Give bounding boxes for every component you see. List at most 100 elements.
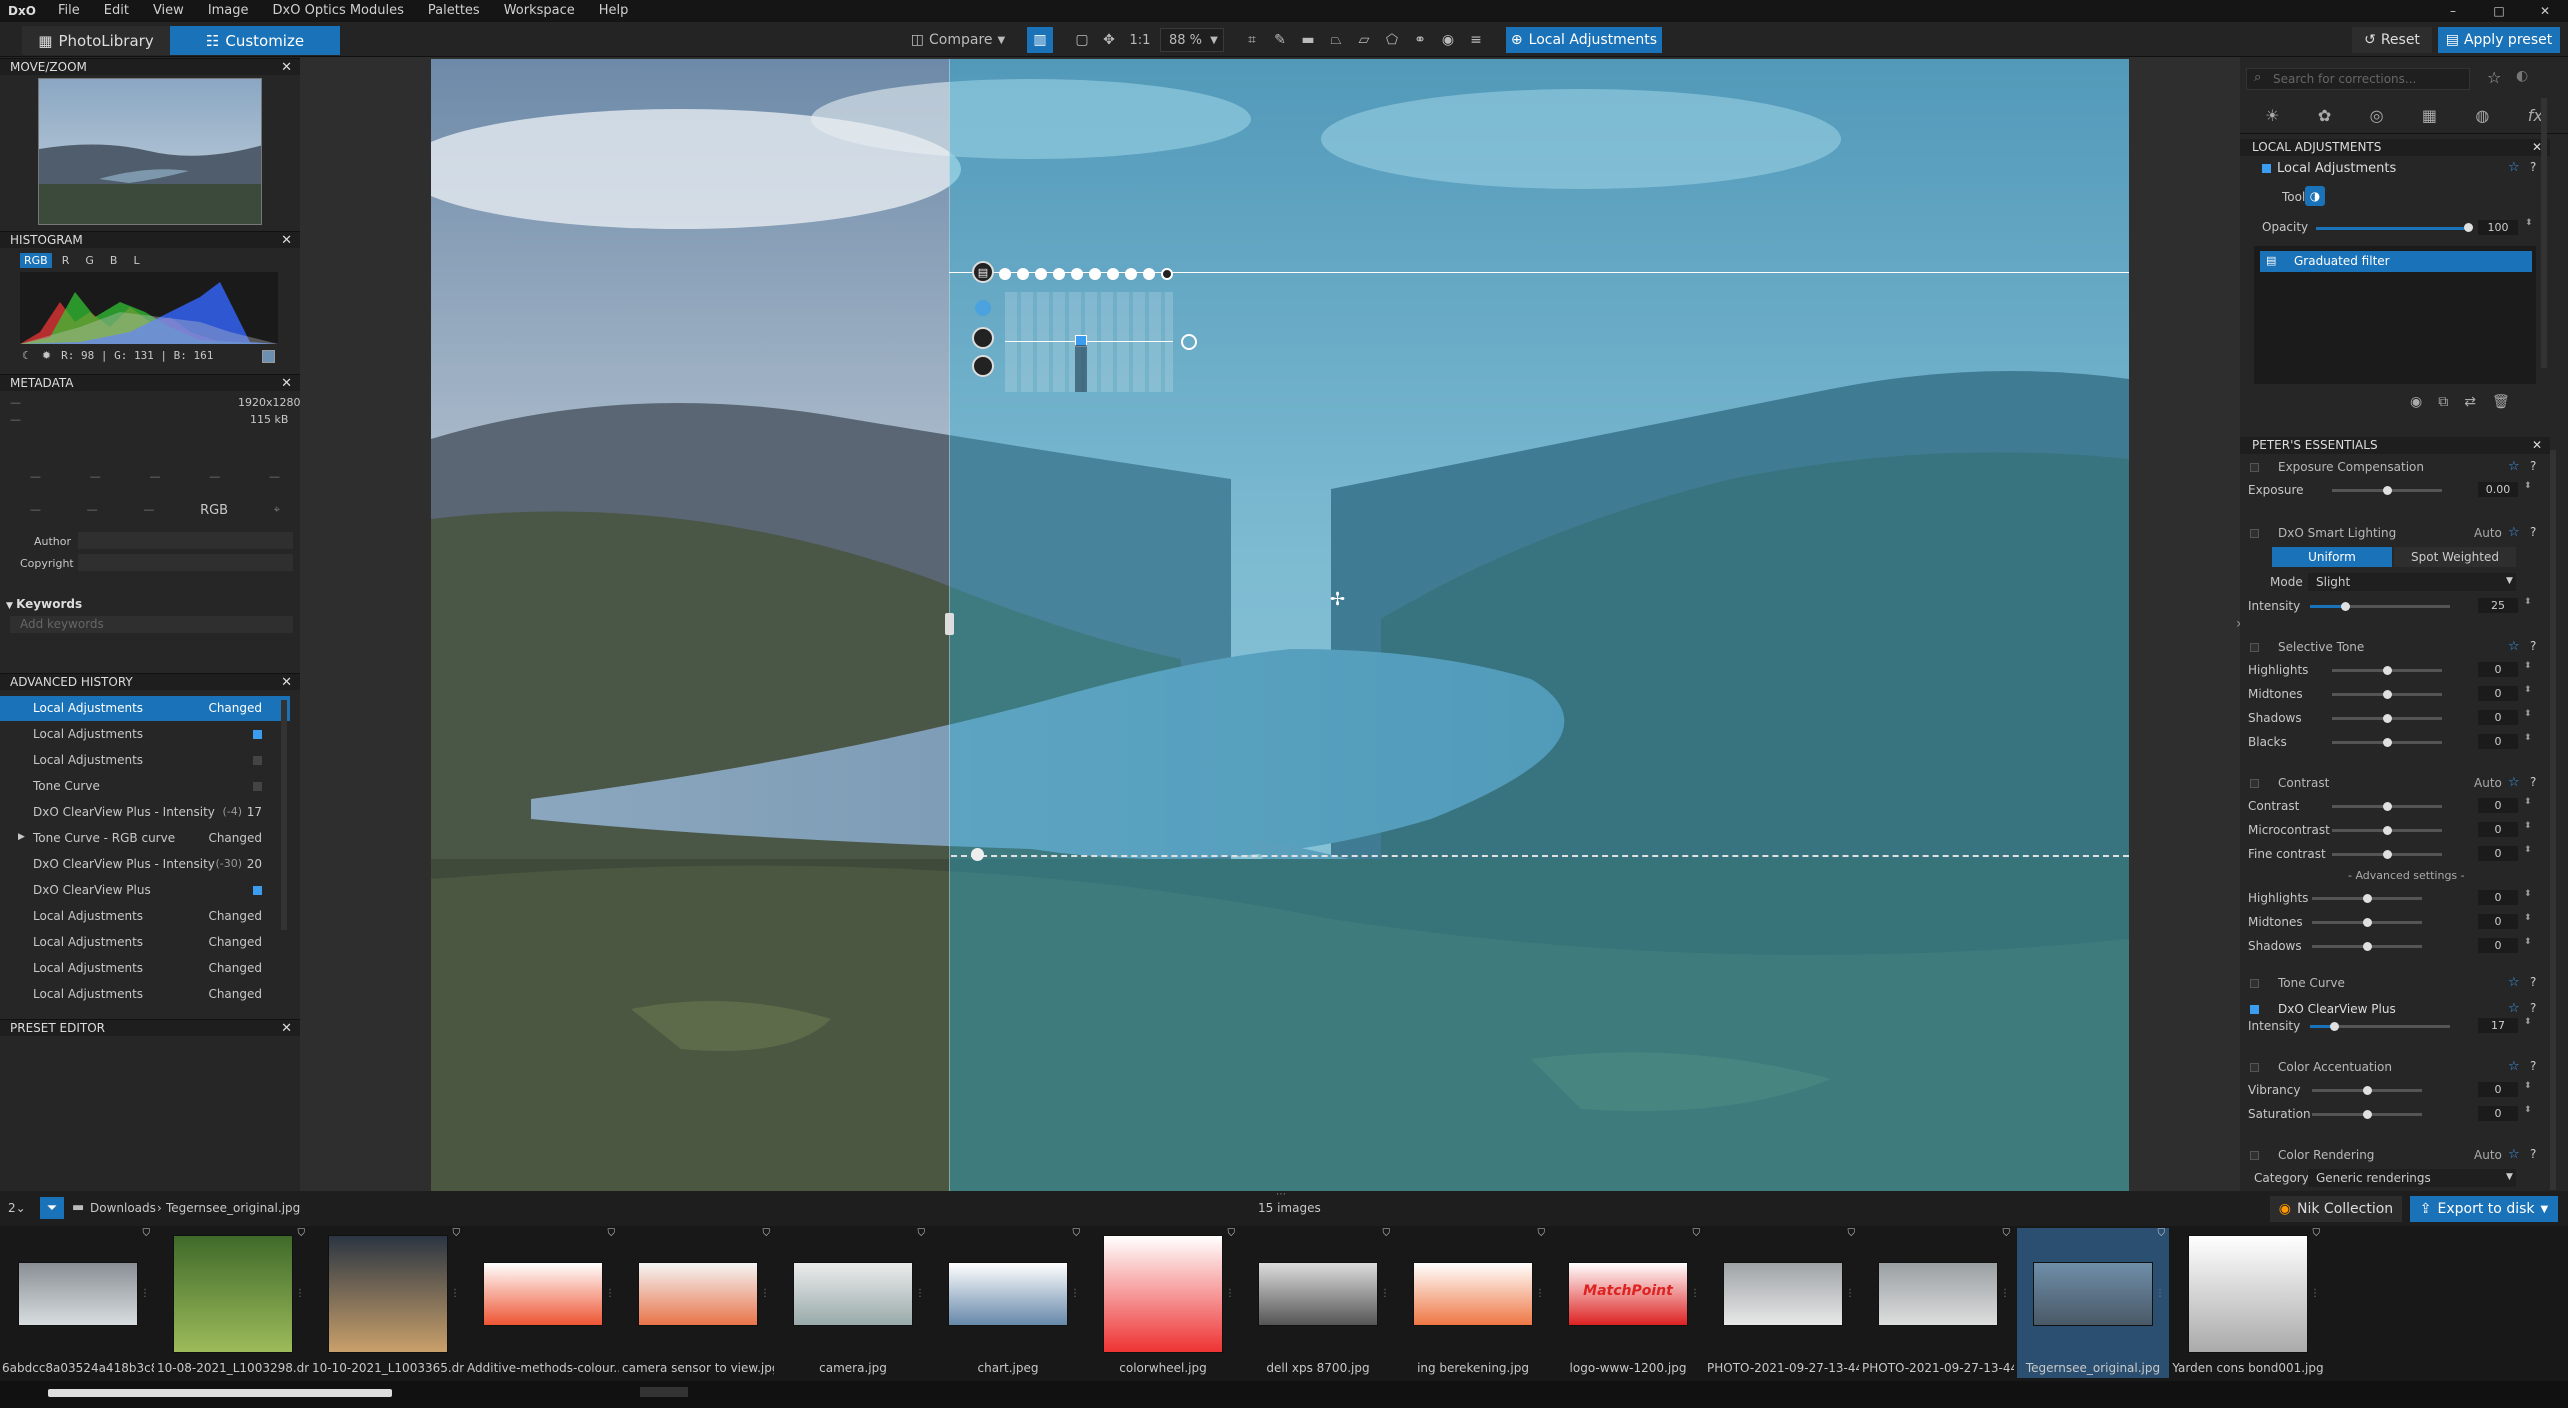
filmstrip-thumbnail[interactable]: ⛉ ⋮ 10-08-2021_L1003298.dng [157,1228,309,1378]
module-title[interactable]: Exposure Compensation [2278,460,2424,474]
local-adjustments-button[interactable]: ⊕ Local Adjustments [1506,27,1662,53]
advanced-settings-toggle[interactable]: - Advanced settings - [2348,869,2465,882]
tool-clearview-icon[interactable] [1107,268,1119,280]
rating-handle-icon[interactable]: ⋮ [1380,1288,1390,1299]
rating-handle-icon[interactable]: ⋮ [760,1288,770,1299]
zoom-100-button[interactable]: 1:1 [1125,27,1155,53]
slider-knob[interactable] [2383,690,2392,699]
module-checkbox[interactable] [2250,1151,2259,1160]
lock-icon[interactable]: ⛉ [453,1228,461,1239]
help-icon[interactable]: ? [2530,775,2536,789]
channel-b[interactable]: B [104,253,124,268]
preset-star-icon[interactable]: ☆ [2508,639,2520,654]
light-tab-icon[interactable]: ☀ [2265,106,2279,125]
slider-knob[interactable] [2363,894,2372,903]
filmstrip-thumbnail[interactable]: ⛉ ⋮ Yarden cons bond001.jpg [2172,1228,2324,1378]
lock-icon[interactable]: ⛉ [1383,1228,1391,1239]
opacity-slider[interactable] [2316,227,2468,230]
horizon-button[interactable]: ▬ [1296,27,1320,53]
menu-help[interactable]: Help [587,0,641,22]
split-handle[interactable] [945,613,954,635]
history-item[interactable]: DxO ClearView Plus - Intensity (-4) 17 [0,800,290,825]
rating-handle-icon[interactable]: ⋮ [605,1288,615,1299]
rating-handle-icon[interactable]: ⋮ [1845,1288,1855,1299]
history-item[interactable]: Local Adjustments Changed [0,982,290,1007]
stepper-icon[interactable]: ⬍ [2524,937,2532,947]
rating-handle-icon[interactable]: ⋮ [2000,1288,2010,1299]
slider-value[interactable]: 0 [2478,890,2518,905]
tool-blur-icon[interactable] [1125,268,1137,280]
slider-knob[interactable] [2363,942,2372,951]
mask-visibility-icon[interactable]: ◉ [2410,394,2422,410]
perspective-rect-button[interactable]: ▱ [1352,27,1376,53]
slider-knob[interactable] [2383,802,2392,811]
rating-handle-icon[interactable]: ⋮ [295,1288,305,1299]
slider-value[interactable]: 0 [2478,734,2518,749]
tab-customize[interactable]: ☷ Customize [170,26,340,55]
slider-value[interactable]: 25 [2478,598,2518,613]
slider-knob[interactable] [2341,602,2350,611]
lock-icon[interactable]: ⛉ [2003,1228,2011,1239]
rating-handle-icon[interactable]: ⋮ [1535,1288,1545,1299]
close-icon[interactable]: ✕ [281,375,292,392]
slider-value[interactable]: 0 [2478,710,2518,725]
sort-button[interactable]: 2⌄ [8,1201,26,1215]
mask-item-graduated-filter[interactable]: Graduated filter [2260,251,2532,272]
slider-knob[interactable] [2383,738,2392,747]
rating-handle-icon[interactable]: ⋮ [1225,1288,1235,1299]
preset-star-icon[interactable]: ☆ [2508,1147,2520,1162]
favorite-star-icon[interactable]: ☆ [2487,68,2501,87]
help-icon[interactable]: ? [2530,1147,2536,1161]
quick-color-button[interactable] [972,327,994,349]
help-icon[interactable]: ? [2530,1001,2536,1015]
lock-icon[interactable]: ⛉ [1538,1228,1546,1239]
module-checkbox[interactable] [2250,779,2259,788]
slider-value[interactable]: 0 [2478,1106,2518,1121]
stepper-icon[interactable]: ⬍ [2524,1017,2532,1027]
menu-view[interactable]: View [141,0,196,22]
help-icon[interactable]: ? [2530,525,2536,539]
help-icon[interactable]: ? [2530,1059,2536,1073]
module-checkbox[interactable] [2250,1005,2259,1014]
stepper-icon[interactable]: ⬍ [2524,845,2532,855]
graduated-filter-anchor[interactable] [971,848,984,861]
filmstrip-thumbnail[interactable]: ⛉ ⋮ 10-10-2021_L1003365.dng [312,1228,464,1378]
module-title[interactable]: Selective Tone [2278,640,2364,654]
slider-knob[interactable] [2363,1086,2372,1095]
menu-file[interactable]: File [46,0,92,22]
help-icon[interactable]: ? [2530,160,2536,174]
preset-star-icon[interactable]: ☆ [2508,975,2520,990]
filmstrip-thumbnail[interactable]: ⛉ ⋮ chart.jpeg [932,1228,1084,1378]
slider-value[interactable]: 0 [2478,662,2518,677]
rating-handle-icon[interactable]: ⋮ [2310,1288,2320,1299]
filmstrip-thumbnail[interactable]: ⛉ ⋮ PHOTO-2021-09-27-13-44... [1707,1228,1859,1378]
filmstrip-thumbnail[interactable]: ⛉ ⋮ dell xps 8700.jpg [1242,1228,1394,1378]
detail-tab-icon[interactable]: ◎ [2370,106,2384,125]
lock-icon[interactable]: ⛉ [763,1228,771,1239]
filmstrip-thumbnail[interactable]: ⛉ ⋮ ing berekening.jpg [1397,1228,1549,1378]
menu-palettes[interactable]: Palettes [416,0,492,22]
category-select[interactable]: Generic renderings [2308,1169,2516,1187]
lock-icon[interactable]: ⛉ [1848,1228,1856,1239]
rating-handle-icon[interactable]: ⋮ [450,1288,460,1299]
help-icon[interactable]: ? [2530,459,2536,473]
keywords-input[interactable]: Add keywords [10,616,293,633]
tab-photolibrary[interactable]: ▦ PhotoLibrary [22,26,170,55]
filmstrip-thumbnail[interactable]: ⛉ ⋮ colorwheel.jpg [1087,1228,1239,1378]
module-title[interactable]: Contrast [2278,776,2329,790]
apply-preset-button[interactable]: ▤ Apply preset [2438,27,2560,53]
module-checkbox[interactable] [2250,463,2259,472]
rating-handle-icon[interactable]: ⋮ [140,1288,150,1299]
slider-value[interactable]: 0 [2478,914,2518,929]
history-item[interactable]: Local Adjustments Changed [0,930,290,955]
preview-button[interactable]: ◉ [1436,27,1460,53]
chevron-down-icon[interactable]: ▼ [2506,576,2513,586]
preset-star-icon[interactable]: ☆ [2508,1001,2520,1016]
lock-icon[interactable]: ⛉ [608,1228,616,1239]
spot-weighted-button[interactable]: Spot Weighted [2394,547,2516,567]
graduated-tool-icon[interactable]: ◑ [2305,186,2325,206]
equalizer-reset-icon[interactable] [1181,334,1197,350]
history-item[interactable]: Tone Curve [0,774,290,799]
lock-icon[interactable]: ⛉ [143,1228,151,1239]
minimize-button[interactable]: – [2430,0,2476,22]
